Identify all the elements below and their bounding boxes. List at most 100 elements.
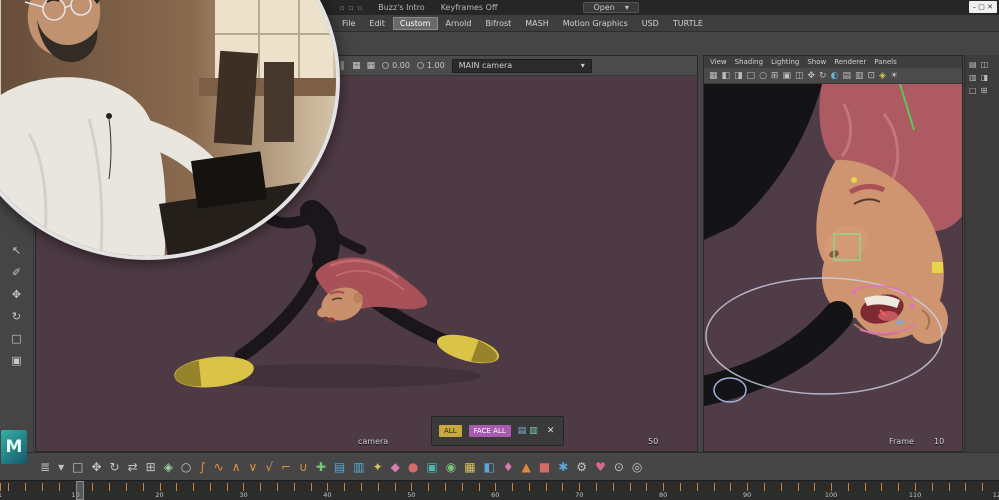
diamond-icon[interactable]: ◈	[164, 460, 173, 474]
circle-icon[interactable]: ○	[181, 460, 191, 474]
curve-sine-icon[interactable]: ∿	[214, 460, 224, 474]
keyframe-tick	[713, 483, 715, 491]
vp-light-icon[interactable]: ☀	[890, 71, 898, 81]
add-key-icon[interactable]: ✚	[316, 460, 326, 474]
time-slider[interactable]: 1102030405060708090100110120	[0, 480, 999, 500]
move-icon[interactable]: ✥	[91, 460, 101, 474]
picker-panel-icon[interactable]: ▤	[518, 426, 527, 436]
last-tool-icon[interactable]: ▣	[11, 354, 21, 367]
curve-peak-icon[interactable]: ∧	[232, 460, 241, 474]
panel-menu-panels[interactable]: Panels	[874, 58, 897, 66]
panel-icon[interactable]: ▥	[353, 460, 364, 474]
close-icon[interactable]: ✕	[545, 426, 557, 436]
grid-icon[interactable]: ⊞	[146, 460, 156, 474]
vp-fill-icon[interactable]: ▣	[782, 71, 791, 81]
vp-rows-icon[interactable]: ▥	[855, 71, 864, 81]
workspace-selector[interactable]: Open ▾	[583, 2, 639, 13]
menu-turtle[interactable]: TURTLE	[667, 18, 709, 29]
target-icon[interactable]: ◉	[446, 460, 456, 474]
strip-rows-icon[interactable]: ▥	[969, 73, 977, 82]
title-dot-icon[interactable]: ▫	[358, 4, 363, 12]
menu-file[interactable]: File	[336, 18, 361, 29]
vp-dot-box-icon[interactable]: ⊡	[867, 71, 875, 81]
vp-layers-icon[interactable]: ▤	[842, 71, 851, 81]
star-icon[interactable]: ✦	[373, 460, 383, 474]
vp-circle-icon[interactable]: ○	[759, 71, 767, 81]
rotate-tool-icon[interactable]: ↻	[12, 310, 21, 323]
menu-edit[interactable]: Edit	[363, 18, 391, 29]
move-tool-icon[interactable]: ✥	[12, 288, 21, 301]
strip-split-icon[interactable]: ◫	[981, 60, 989, 69]
curve-step-icon[interactable]: ⌐	[281, 460, 291, 474]
vp-half-right-icon[interactable]: ◨	[734, 71, 743, 81]
keyframe-tick	[915, 483, 917, 491]
vp-grid-icon[interactable]: ▦	[709, 71, 718, 81]
strip-frame-icon[interactable]: □	[969, 86, 977, 95]
vp-split-icon[interactable]: ◫	[795, 71, 804, 81]
vp-half-left-icon[interactable]: ◧	[722, 71, 731, 81]
face-canvas[interactable]	[704, 84, 962, 451]
picker-grid-icon[interactable]: ▥	[529, 426, 538, 436]
frame-icon[interactable]: □	[72, 460, 83, 474]
record-icon[interactable]: ●	[408, 460, 418, 474]
vp-diamond-icon[interactable]: ◈	[879, 71, 886, 81]
picker-tab-face-all[interactable]: FACE ALL	[468, 425, 511, 437]
vp-frame-icon[interactable]: □	[747, 71, 756, 81]
strip-half-icon[interactable]: ◨	[981, 73, 989, 82]
title-dot-icon[interactable]: ▫	[349, 4, 354, 12]
strip-grid-icon[interactable]: ⊞	[981, 86, 988, 95]
focus-icon[interactable]: ◎	[632, 460, 642, 474]
menu-mash[interactable]: MASH	[519, 18, 554, 29]
select-tool-icon[interactable]: ↖	[12, 244, 21, 257]
zoom-icon[interactable]: ⊙	[614, 460, 624, 474]
half-box-icon[interactable]: ◧	[484, 460, 495, 474]
vp-move-icon[interactable]: ✥	[808, 71, 816, 81]
picker-tab-all[interactable]: ALL	[439, 425, 462, 437]
lasso-tool-icon[interactable]: ✐	[12, 266, 21, 279]
heart-icon[interactable]: ♥	[595, 460, 606, 474]
panel-menu-view[interactable]: View	[710, 58, 727, 66]
up-icon[interactable]: ▲	[522, 460, 531, 474]
viewport-face-cam[interactable]: View Shading Lighting Show Renderer Pane…	[703, 55, 963, 452]
settings-icon[interactable]: ⚙	[576, 460, 587, 474]
current-frame-indicator[interactable]	[75, 481, 84, 500]
grid-b-icon[interactable]: ▦	[367, 61, 376, 71]
value-chip-1[interactable]: 0.00	[382, 61, 410, 70]
curve-u-icon[interactable]: ∪	[299, 460, 308, 474]
small-key-icon[interactable]: ♦	[503, 460, 514, 474]
title-dot-icon[interactable]: ▫	[340, 4, 345, 12]
keyframes-toggle[interactable]: Keyframes Off	[441, 3, 498, 12]
scale-tool-icon[interactable]: □	[11, 332, 21, 345]
grip-icon[interactable]: ≣	[40, 460, 50, 474]
rotate-icon[interactable]: ↻	[110, 460, 120, 474]
camera-selector-dropdown[interactable]: MAIN camera ▾	[451, 58, 592, 73]
menu-custom[interactable]: Custom	[392, 16, 438, 30]
menu-arnold[interactable]: Arnold	[440, 18, 478, 29]
grid-color-icon[interactable]: ▦	[464, 460, 475, 474]
window-buttons[interactable]: – ▢ ✕	[968, 1, 997, 13]
curve-valley-icon[interactable]: ∨	[249, 460, 258, 474]
value-chip-2[interactable]: 1.00	[416, 61, 445, 70]
menu-bifrost[interactable]: Bifrost	[479, 18, 517, 29]
panel-menu-shading[interactable]: Shading	[735, 58, 763, 66]
dropdown-icon[interactable]: ▾	[58, 460, 64, 474]
grid-a-icon[interactable]: ▦	[352, 61, 361, 71]
panel-menu-show[interactable]: Show	[807, 58, 826, 66]
panel-menu-lighting[interactable]: Lighting	[771, 58, 799, 66]
layers-icon[interactable]: ▤	[334, 460, 345, 474]
key-icon[interactable]: ◆	[391, 460, 400, 474]
curve-root-icon[interactable]: √	[265, 460, 273, 474]
menu-usd[interactable]: USD	[636, 18, 665, 29]
curve-spline-icon[interactable]: ∫	[199, 460, 205, 474]
swap-icon[interactable]: ⇄	[128, 460, 138, 474]
time-slider-ticks: 1102030405060708090100110120	[0, 481, 999, 500]
snapshot-icon[interactable]: ▣	[426, 460, 437, 474]
stop-icon[interactable]: ■	[539, 460, 550, 474]
vp-rotate-icon[interactable]: ↻	[819, 71, 827, 81]
panel-menu-renderer[interactable]: Renderer	[834, 58, 866, 66]
vp-shade-icon[interactable]: ◐	[831, 71, 839, 81]
strip-layers-icon[interactable]: ▤	[969, 60, 977, 69]
menu-motion-graphics[interactable]: Motion Graphics	[557, 18, 634, 29]
burst-icon[interactable]: ✱	[558, 460, 568, 474]
vp-plus-grid-icon[interactable]: ⊞	[771, 71, 779, 81]
